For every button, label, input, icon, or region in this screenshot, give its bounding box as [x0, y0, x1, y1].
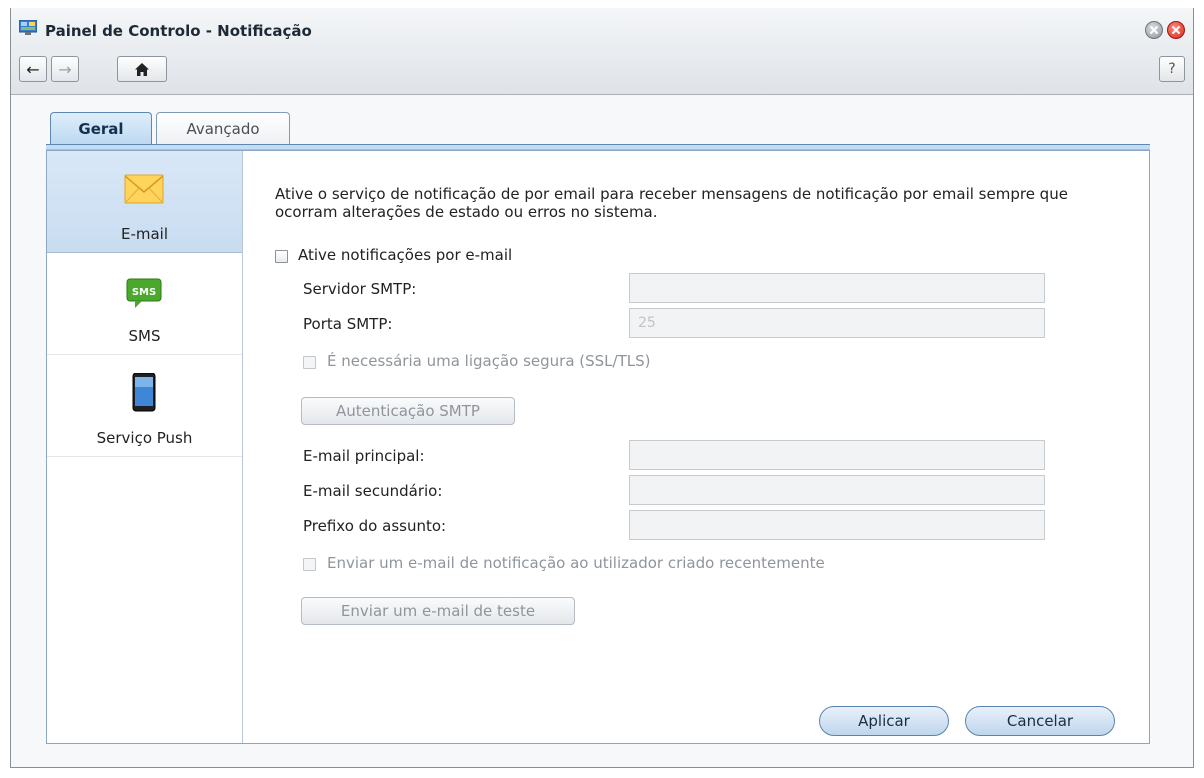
- envelope-icon: [124, 174, 164, 204]
- smtp-server-label: Servidor SMTP:: [303, 280, 417, 298]
- help-icon: ?: [1168, 61, 1176, 77]
- smtp-port-label: Porta SMTP:: [303, 315, 393, 333]
- back-arrow-icon: ←: [26, 59, 40, 79]
- close-button[interactable]: [1167, 21, 1185, 39]
- subject-prefix-field[interactable]: [629, 510, 1045, 540]
- smtp-server-field[interactable]: [629, 273, 1045, 303]
- primary-email-field[interactable]: [629, 440, 1045, 470]
- smartphone-icon: [132, 373, 156, 412]
- title-bar: Painel de Controlo - Notificação ← → ?: [11, 8, 1193, 95]
- sidebar-item-push[interactable]: Serviço Push: [47, 355, 242, 457]
- window-title: Painel de Controlo - Notificação: [45, 22, 312, 40]
- description-text: Ative o serviço de notificação de por em…: [275, 185, 1068, 221]
- subject-prefix-label: Prefixo do assunto:: [303, 517, 447, 535]
- forward-arrow-icon: →: [58, 59, 72, 79]
- minimize-button[interactable]: [1145, 21, 1163, 39]
- enable-email-checkbox[interactable]: [275, 250, 288, 263]
- notify-new-user-label: Enviar um e-mail de notificação ao utili…: [327, 554, 825, 572]
- primary-email-label: E-mail principal:: [303, 447, 425, 465]
- home-icon: [135, 62, 149, 76]
- svg-text:SMS: SMS: [132, 287, 156, 298]
- apply-button[interactable]: Aplicar: [819, 706, 949, 736]
- enable-email-label: Ative notificações por e-mail: [298, 246, 513, 264]
- tab-panel: E-mail SMS SMS Serviço Push Ative o serv…: [46, 150, 1150, 744]
- sidebar: E-mail SMS SMS Serviço Push: [47, 151, 243, 743]
- sidebar-item-sms[interactable]: SMS SMS: [47, 253, 242, 355]
- home-button[interactable]: [117, 56, 167, 82]
- tab-geral[interactable]: Geral: [50, 112, 152, 144]
- notification-settings: Geral Avançado E-mail SMS SMS Serviço Pu…: [46, 112, 1154, 744]
- sidebar-item-label: Serviço Push: [96, 429, 193, 447]
- sidebar-item-label: SMS: [128, 327, 161, 345]
- tab-avancado[interactable]: Avançado: [156, 112, 290, 144]
- smtp-auth-button[interactable]: Autenticação SMTP: [301, 397, 515, 425]
- forward-button[interactable]: →: [51, 56, 79, 82]
- send-test-email-button[interactable]: Enviar um e-mail de teste: [301, 597, 575, 625]
- notify-new-user-checkbox[interactable]: [303, 558, 316, 571]
- back-button[interactable]: ←: [19, 56, 47, 82]
- secondary-email-label: E-mail secundário:: [303, 482, 443, 500]
- sms-icon: SMS: [126, 278, 162, 308]
- secure-connection-checkbox[interactable]: [303, 356, 316, 369]
- help-button[interactable]: ?: [1159, 56, 1185, 82]
- email-settings-form: Ative o serviço de notificação de por em…: [243, 151, 1149, 743]
- sidebar-item-email[interactable]: E-mail: [47, 151, 242, 253]
- smtp-port-field[interactable]: 25: [629, 308, 1045, 338]
- cancel-button[interactable]: Cancelar: [965, 706, 1115, 736]
- control-panel-icon: [19, 20, 37, 35]
- secondary-email-field[interactable]: [629, 475, 1045, 505]
- sidebar-item-label: E-mail: [120, 225, 169, 243]
- secure-connection-label: É necessária uma ligação segura (SSL/TLS…: [327, 352, 651, 370]
